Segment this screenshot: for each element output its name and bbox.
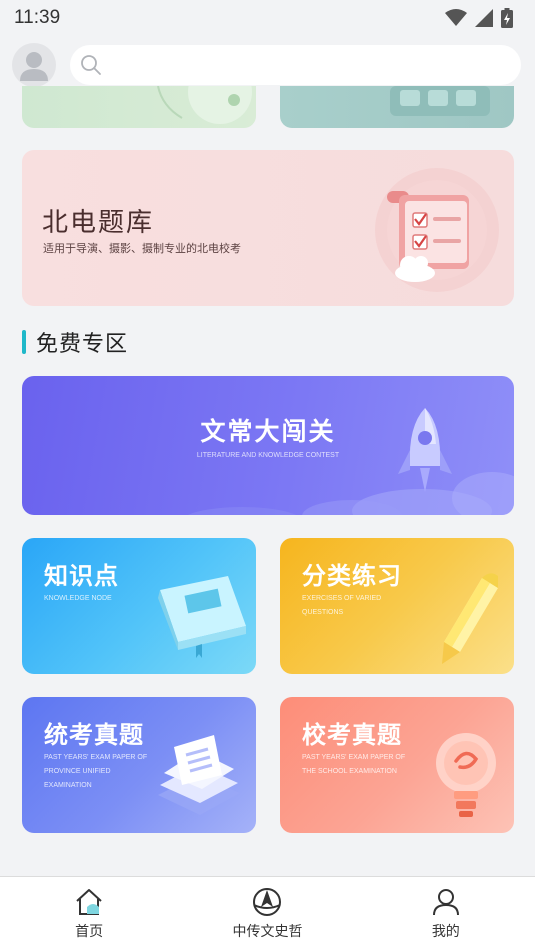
rocket-icon	[398, 408, 452, 492]
card-illustration	[157, 86, 252, 124]
beidian-subtitle: 适用于导演、摄影、摄制专业的北电校考	[43, 242, 241, 255]
avatar[interactable]	[12, 43, 56, 87]
book-icon	[158, 576, 246, 658]
home-icon	[76, 889, 102, 915]
unified-title: 统考真题	[44, 721, 144, 749]
free-section-header: 免费专区	[22, 328, 129, 357]
tab-zhongchuan-label: 中传文史哲	[232, 924, 303, 940]
card-illustration	[390, 86, 490, 116]
tab-zhongchuan[interactable]: 中传文史哲	[178, 877, 356, 951]
beidian-question-bank-card[interactable]: 北电题库 适用于导演、摄影、摄制专业的北电校考	[22, 150, 514, 306]
unified-subtitle: PAST YEARS' EXAM PAPER OF PROVINCE UNIFI…	[44, 754, 148, 789]
exercise-title: 分类练习	[302, 562, 402, 590]
wifi-icon	[445, 9, 467, 26]
checklist-icon	[375, 168, 499, 292]
literature-contest-card[interactable]: 文常大闯关 LITERATURE AND KNOWLEDGE CONTEST	[22, 376, 514, 515]
unified-exam-card[interactable]: 统考真题 PAST YEARS' EXAM PAPER OF PROVINCE …	[22, 697, 256, 833]
pencil-icon	[442, 573, 498, 664]
knowledge-title: 知识点	[44, 562, 119, 590]
exercise-subtitle: EXERCISES OF VARIED QUESTIONS	[302, 595, 382, 616]
tab-home[interactable]: 首页	[0, 877, 178, 951]
bottom-tab-bar: 首页 中传文史哲 我的	[0, 876, 535, 951]
beidian-title: 北电题库	[42, 208, 155, 238]
tab-profile-label: 我的	[431, 924, 460, 940]
section-accent-bar	[22, 330, 26, 354]
school-subtitle: PAST YEARS' EXAM PAPER OF THE SCHOOL EXA…	[302, 754, 406, 775]
compass-logo-icon	[253, 888, 282, 916]
school-title: 校考真题	[302, 721, 402, 749]
knowledge-point-card[interactable]: 知识点 KNOWLEDGE NODE	[22, 538, 256, 674]
tab-profile[interactable]: 我的	[357, 877, 535, 951]
person-icon	[432, 889, 459, 916]
school-exam-card[interactable]: 校考真题 PAST YEARS' EXAM PAPER OF THE SCHOO…	[280, 697, 514, 833]
section-title: 免费专区	[36, 332, 129, 357]
lightbulb-icon	[436, 733, 496, 817]
status-bar: 11:39	[0, 0, 535, 36]
tab-home-label: 首页	[75, 924, 104, 940]
signal-icon	[475, 9, 493, 27]
default-avatar-icon	[20, 52, 48, 81]
search-icon	[81, 55, 101, 75]
partial-card-left[interactable]	[22, 86, 256, 128]
battery-icon	[501, 8, 513, 28]
partial-card-right[interactable]	[280, 86, 514, 128]
search-input[interactable]	[70, 45, 521, 85]
status-time: 11:39	[14, 7, 61, 28]
status-icons	[445, 8, 513, 28]
categorized-exercise-card[interactable]: 分类练习 EXERCISES OF VARIED QUESTIONS	[280, 538, 514, 674]
exam-paper-icon	[158, 735, 240, 815]
